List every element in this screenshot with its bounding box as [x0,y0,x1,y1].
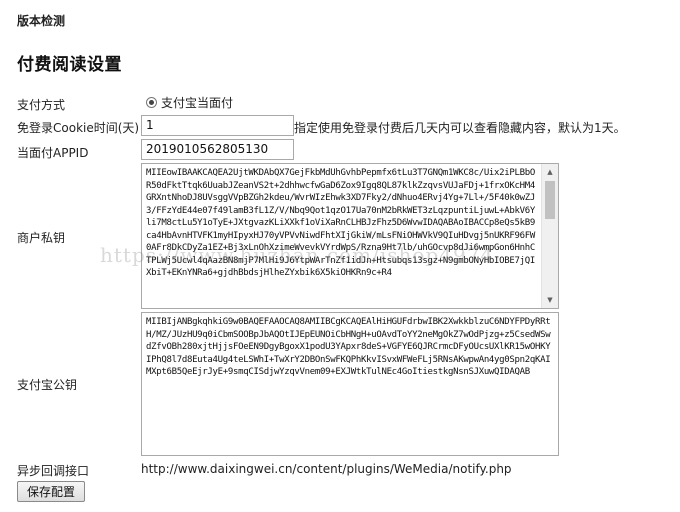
settings-page: 版本检测 付费阅读设置 支付方式 支付宝当面付 免登录Cookie时间(天) 1… [0,0,680,512]
free-days-input[interactable]: 1 [141,115,294,136]
notify-label: 异步回调接口 [17,464,90,478]
merchant-key-textarea[interactable]: MIIEowIBAAKCAQEA2UjtWKDAbQX7GejFkbMdUhGv… [141,163,559,309]
save-button[interactable]: 保存配置 [17,481,85,502]
version-check-link[interactable]: 版本检测 [17,12,65,29]
pay-method-label: 支付方式 [17,98,66,112]
notify-url: http://www.daixingwei.cn/content/plugins… [141,462,512,476]
appid-input[interactable]: 2019010562805130 [141,139,294,160]
page-title: 付费阅读设置 [17,55,122,75]
pay-method-option-label: 支付宝当面付 [161,96,234,110]
scroll-down-arrow-icon[interactable]: ▼ [542,292,558,308]
scroll-thumb[interactable] [545,181,555,219]
alipay-pubkey-label: 支付宝公钥 [17,378,78,392]
free-days-label: 免登录Cookie时间(天) [17,121,140,135]
free-days-hint: 指定使用免登录付费后几天内可以查看隐藏内容，默认为1天。 [294,121,626,135]
alipay-pubkey-textarea[interactable]: MIIBIjANBgkqhkiG9w0BAQEFAAOCAQ8AMIIBCgKC… [141,312,559,456]
merchant-key-text: MIIEowIBAAKCAQEA2UjtWKDAbQX7GejFkbMdUhGv… [146,168,536,278]
radio-selected-icon[interactable] [146,97,157,108]
merchant-key-label: 商户私钥 [17,231,66,245]
merchant-key-scrollbar[interactable]: ▲ ▼ [541,164,558,308]
alipay-pubkey-text: MIIBIjANBgkqhkiG9w0BAQEFAAOCAQ8AMIIBCgKC… [146,317,551,377]
pay-method-option[interactable]: 支付宝当面付 [146,94,233,111]
scroll-up-arrow-icon[interactable]: ▲ [542,164,558,180]
appid-label: 当面付APPID [17,146,89,160]
